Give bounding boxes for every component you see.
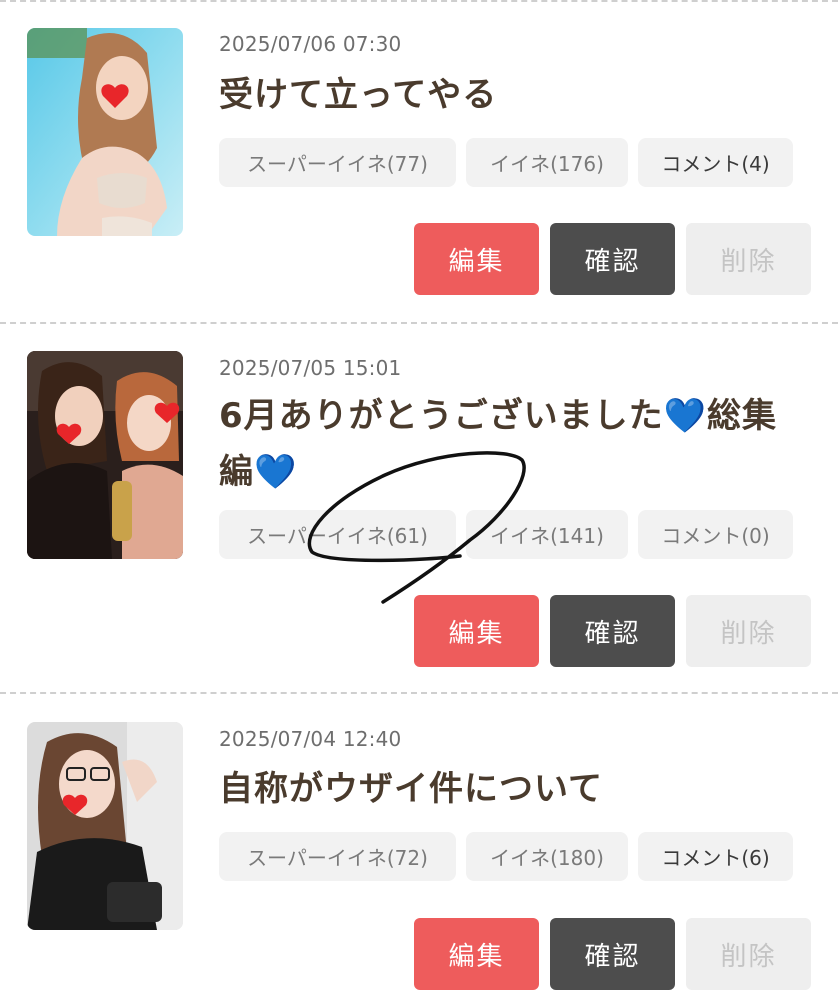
post-item: 2025/07/05 15:01 6月ありがとうございました💙総集編💙 スーパー… [0,322,838,692]
post-item: 2025/07/06 07:30 受けて立ってやる スーパーイイネ(77) イイ… [0,0,838,322]
confirm-button[interactable]: 確認 [550,595,675,667]
confirm-button[interactable]: 確認 [550,918,675,990]
post-item: 2025/07/04 12:40 自称がウザイ件について スーパーイイネ(72)… [0,692,838,1000]
edit-button[interactable]: 編集 [414,595,539,667]
super-like-count: スーパーイイネ(72) [219,832,456,881]
confirm-button[interactable]: 確認 [550,223,675,295]
comment-count[interactable]: コメント(4) [638,138,793,187]
photo-icon [27,351,183,559]
comment-count[interactable]: コメント(0) [638,510,793,559]
post-thumbnail[interactable] [27,722,183,930]
super-like-count: スーパーイイネ(77) [219,138,456,187]
post-date: 2025/07/04 12:40 [219,727,402,751]
post-date: 2025/07/05 15:01 [219,356,402,380]
post-thumbnail[interactable] [27,351,183,559]
post-thumbnail[interactable] [27,28,183,236]
blog-post-list: 2025/07/06 07:30 受けて立ってやる スーパーイイネ(77) イイ… [0,0,838,1000]
like-count: イイネ(141) [466,510,628,559]
comment-count[interactable]: コメント(6) [638,832,793,881]
super-like-count: スーパーイイネ(61) [219,510,456,559]
delete-button[interactable]: 削除 [686,918,811,990]
photo-icon [27,722,183,930]
photo-icon [27,28,183,236]
post-title[interactable]: 受けて立ってやる [219,66,809,124]
post-title[interactable]: 6月ありがとうございました💙総集編💙 [219,388,809,500]
like-count: イイネ(180) [466,832,628,881]
delete-button[interactable]: 削除 [686,223,811,295]
edit-button[interactable]: 編集 [414,918,539,990]
post-date: 2025/07/06 07:30 [219,32,402,56]
delete-button[interactable]: 削除 [686,595,811,667]
post-title[interactable]: 自称がウザイ件について [219,760,809,818]
like-count: イイネ(176) [466,138,628,187]
edit-button[interactable]: 編集 [414,223,539,295]
